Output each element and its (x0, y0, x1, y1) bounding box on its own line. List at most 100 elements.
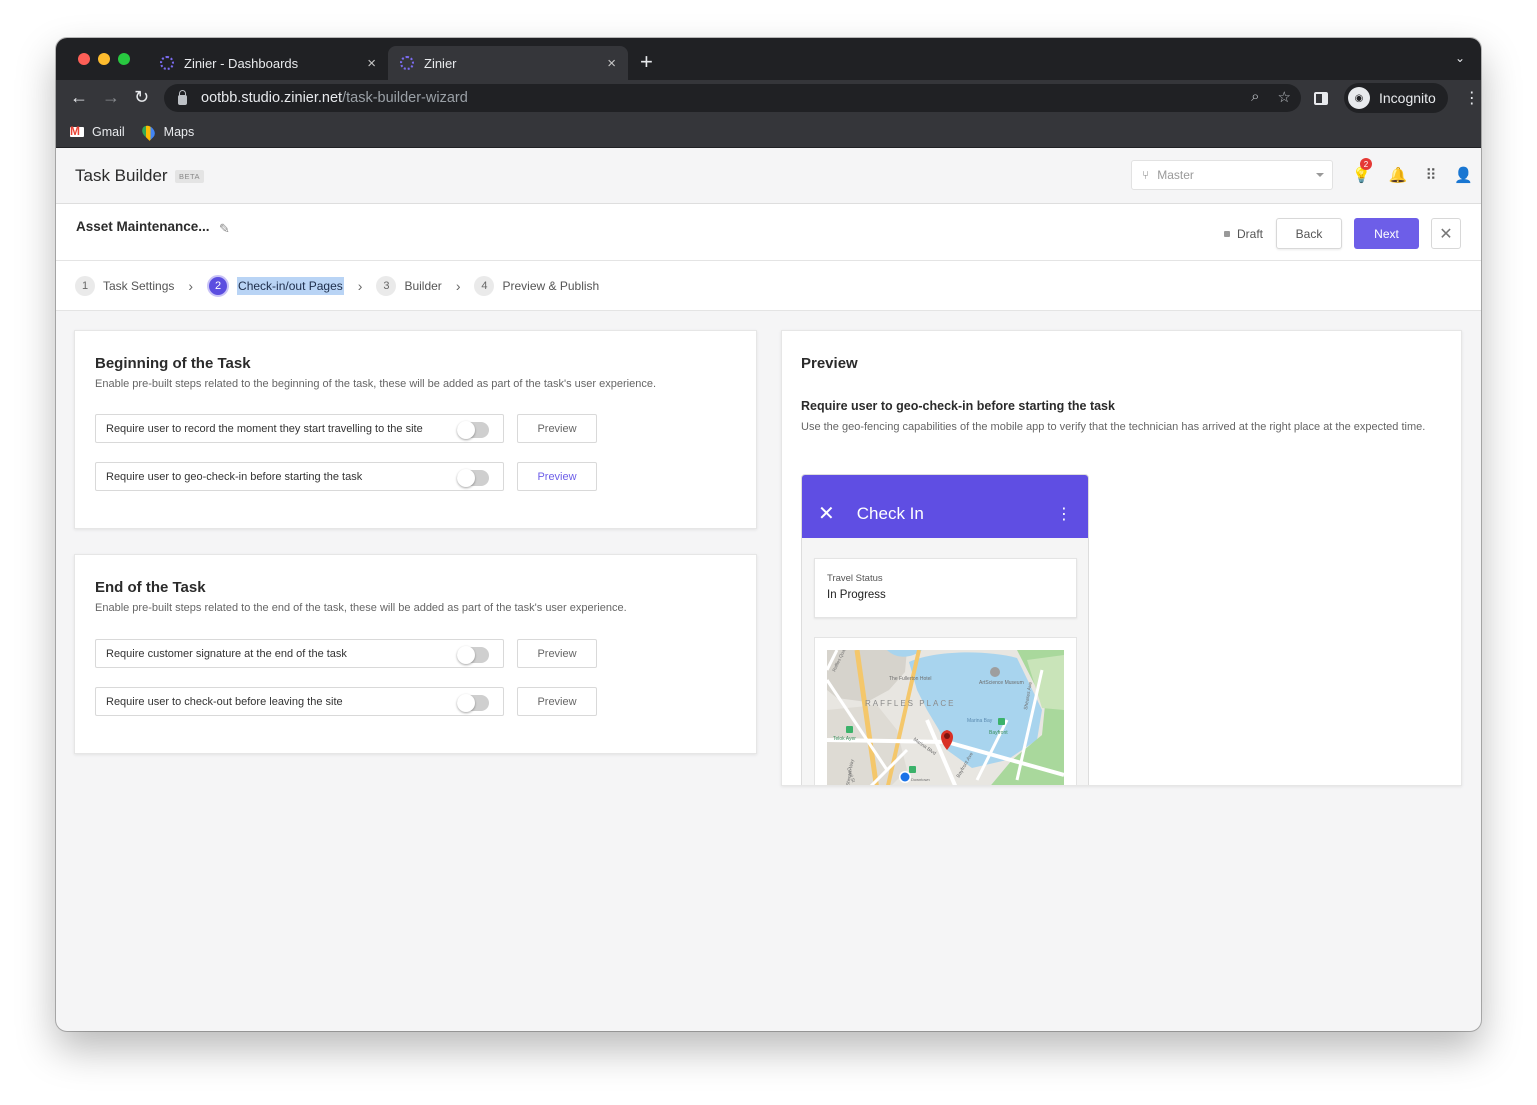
step-preview-publish[interactable]: 4 Preview & Publish (474, 275, 600, 296)
tab-close-icon[interactable]: × (607, 55, 616, 72)
window-controls (78, 53, 130, 65)
map-label: Marina Bay (967, 718, 993, 724)
maximize-window-button[interactable] (118, 53, 130, 65)
git-branch-icon: ⑂ (1142, 168, 1150, 182)
gmail-icon (70, 124, 84, 138)
option-row: Require user to record the moment they s… (95, 414, 597, 443)
next-button[interactable]: Next (1354, 218, 1419, 249)
beginning-of-task-card: Beginning of the Task Enable pre-built s… (74, 330, 757, 529)
travel-status-value: In Progress (827, 589, 886, 601)
new-tab-button[interactable]: + (640, 50, 653, 74)
step-label: Task Settings (103, 278, 175, 293)
option-row: Require user to check-out before leaving… (95, 687, 597, 716)
preview-button[interactable]: Preview (517, 639, 597, 668)
browser-toolbar: ← → ↻ ootbb.studio.zinier.net/task-build… (56, 80, 1481, 116)
section-title: Beginning of the Task (95, 355, 251, 372)
step-builder[interactable]: 3 Builder (376, 275, 442, 296)
user-icon[interactable]: 👤 (1454, 166, 1473, 184)
forward-arrow-icon[interactable]: → (102, 86, 120, 108)
step-label: Check-in/out Pages (237, 276, 344, 295)
preview-panel: Preview Require user to geo-check-in bef… (781, 330, 1462, 786)
reload-icon[interactable]: ↻ (134, 86, 149, 108)
lightbulb-icon[interactable]: 💡 2 (1352, 158, 1372, 184)
mobile-screen-title: Check In (856, 503, 924, 523)
mobile-app-bar: ✕ Check In ⋮ (802, 475, 1088, 538)
incognito-profile-button[interactable]: ◉ Incognito (1344, 83, 1448, 113)
zinier-favicon-icon (160, 56, 174, 70)
status-dot-icon (1224, 231, 1230, 237)
wizard-steps: 1 Task Settings › 2 Check-in/out Pages ›… (56, 261, 1481, 311)
option-travel-start: Require user to record the moment they s… (95, 414, 504, 443)
task-name: Asset Maintenance... (76, 219, 210, 234)
chevron-down-icon (1316, 173, 1324, 177)
close-window-button[interactable] (78, 53, 90, 65)
map-card: The Fullerton Hotel ArtScience Museum RA… (814, 637, 1077, 785)
section-title: End of the Task (95, 579, 206, 596)
map-label: Telok Ayer (833, 736, 856, 742)
option-geo-check-in: Require user to geo-check-in before star… (95, 462, 504, 491)
browser-tab-dashboards[interactable]: Zinier - Dashboards × (148, 46, 388, 80)
preview-button[interactable]: Preview (517, 462, 597, 491)
preview-button[interactable]: Preview (517, 414, 597, 443)
preview-description: Use the geo-fencing capabilities of the … (801, 421, 1426, 433)
step-number: 1 (75, 275, 95, 296)
geo-check-in-toggle[interactable] (457, 469, 489, 487)
address-bar[interactable]: ootbb.studio.zinier.net/task-builder-wiz… (164, 84, 1301, 112)
task-header: Asset Maintenance... ✎ Draft Back Next ✕ (56, 204, 1481, 261)
step-label: Preview & Publish (502, 278, 600, 293)
lock-icon (178, 89, 187, 105)
bell-icon[interactable]: 🔔 (1389, 166, 1408, 184)
bookmark-gmail[interactable]: Gmail (70, 124, 125, 139)
side-panel-icon[interactable] (1314, 91, 1328, 105)
back-arrow-icon[interactable]: ← (70, 86, 88, 108)
browser-menu-icon[interactable]: ⋮ (1464, 88, 1480, 108)
beta-badge: BETA (175, 170, 205, 183)
header-actions: 💡 2 🔔 ⠿ 👤 (1352, 158, 1473, 184)
map-label: RAFFLES PLACE (865, 699, 955, 708)
map-label: Downtown (911, 777, 930, 782)
close-icon[interactable]: ✕ (1431, 218, 1461, 249)
browser-window: Zinier - Dashboards × Zinier × + ⌄ ← → ↻… (56, 38, 1481, 1031)
map-label: Bayfront (989, 730, 1008, 736)
tab-close-icon[interactable]: × (367, 55, 376, 72)
customer-signature-toggle[interactable] (457, 646, 489, 664)
map-view: The Fullerton Hotel ArtScience Museum RA… (827, 650, 1064, 785)
option-label: Require customer signature at the end of… (106, 647, 347, 660)
step-number: 4 (474, 275, 495, 296)
preview-button[interactable]: Preview (517, 687, 597, 716)
close-icon: ✕ (818, 503, 835, 525)
option-row: Require customer signature at the end of… (95, 639, 597, 668)
chevron-right-icon: › (188, 277, 194, 294)
step-number: 3 (376, 275, 397, 296)
option-label: Require user to record the moment they s… (106, 422, 423, 435)
option-label: Require user to geo-check-in before star… (106, 470, 363, 483)
travel-status-label: Travel Status (827, 573, 883, 584)
section-description: Enable pre-built steps related to the be… (95, 378, 656, 390)
branch-value: Master (1157, 168, 1194, 182)
step-check-in-out-pages[interactable]: 2 Check-in/out Pages (207, 274, 344, 297)
url-host: ootbb.studio.zinier.net (201, 90, 343, 106)
map-label: The Fullerton Hotel (889, 676, 932, 682)
branch-select[interactable]: ⑂ Master (1131, 160, 1333, 190)
step-label: Builder (404, 278, 442, 293)
back-button[interactable]: Back (1276, 218, 1342, 249)
browser-tab-zinier[interactable]: Zinier × (388, 46, 628, 80)
tab-search-chevron-icon[interactable]: ⌄ (1455, 51, 1465, 65)
apps-grid-icon[interactable]: ⠿ (1425, 166, 1436, 184)
tab-strip: Zinier - Dashboards × Zinier × + ⌄ (56, 38, 1481, 80)
travel-start-toggle[interactable] (457, 421, 489, 439)
preview-subtitle: Require user to geo-check-in before star… (801, 399, 1115, 413)
end-of-task-card: End of the Task Enable pre-built steps r… (74, 554, 757, 754)
zoom-icon[interactable]: ⌕ (1251, 88, 1259, 106)
star-icon[interactable]: ☆ (1278, 88, 1291, 106)
status-badge: Draft (1224, 227, 1263, 241)
check-out-toggle[interactable] (457, 694, 489, 712)
bookmark-maps[interactable]: Maps (139, 122, 194, 141)
app-header: Task Builder BETA ⑂ Master 💡 2 🔔 ⠿ 👤 (56, 149, 1481, 204)
preview-title: Preview (801, 355, 858, 372)
pencil-icon[interactable]: ✎ (219, 221, 230, 237)
minimize-window-button[interactable] (98, 53, 110, 65)
tab-label: Zinier - Dashboards (184, 55, 299, 71)
profile-label: Incognito (1379, 90, 1436, 106)
step-task-settings[interactable]: 1 Task Settings (75, 275, 175, 296)
